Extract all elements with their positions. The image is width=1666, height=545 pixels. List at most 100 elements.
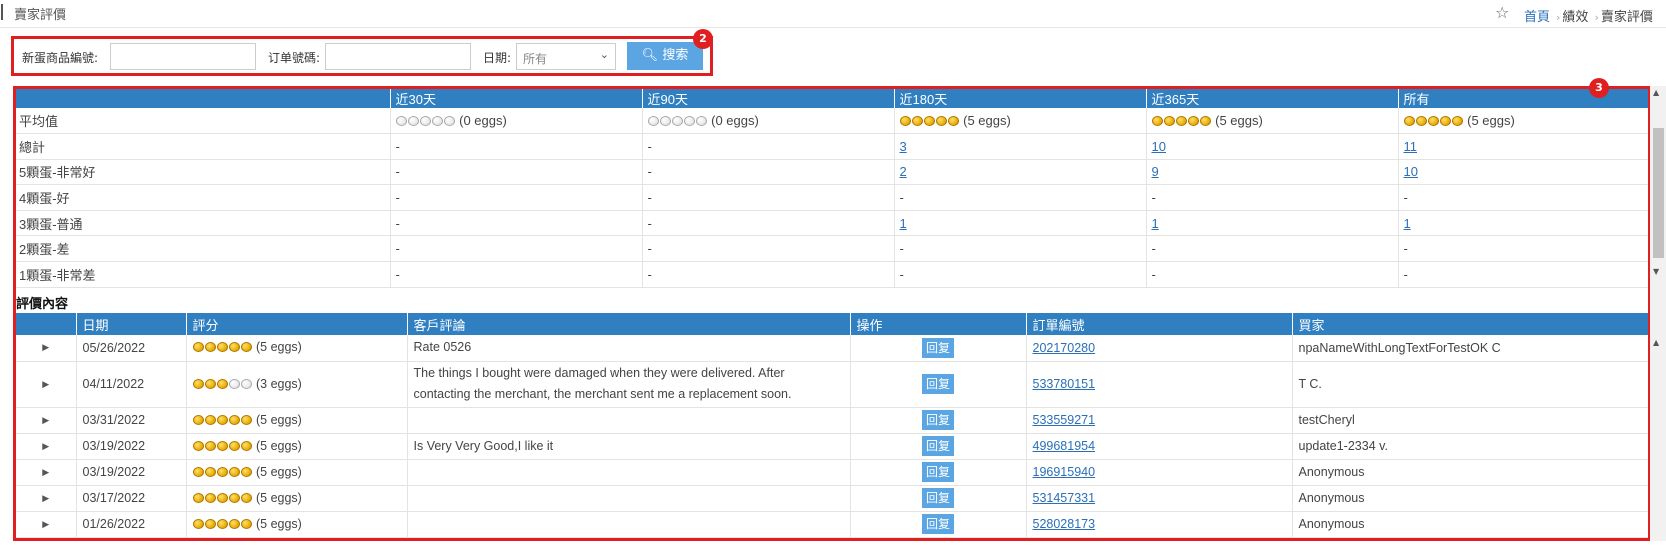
chevron-right-icon: › — [1556, 11, 1561, 24]
date-label: 日期: — [483, 51, 512, 65]
expand-arrow-icon[interactable]: ▶ — [16, 459, 77, 486]
order-number-input[interactable] — [325, 43, 471, 70]
egg-icon — [695, 115, 707, 126]
stats-header-row: 近30天 近90天 近180天 近365天 所有 — [16, 89, 1648, 108]
order-number-link[interactable]: 533780151 — [1033, 377, 1096, 391]
stats-count-link[interactable]: 1 — [1152, 216, 1159, 231]
review-row: ▶ 03/31/2022 (5 eggs) 回复 533559271 testChery… — [16, 407, 1648, 434]
egg-rating-icons — [192, 440, 253, 454]
order-number-link[interactable]: 533559271 — [1033, 413, 1096, 427]
stats-count-link[interactable]: 11 — [1404, 139, 1418, 154]
search-button[interactable]: 🔍︎ 搜索 — [627, 42, 703, 70]
scroll-down-icon[interactable]: ▼ — [1653, 267, 1659, 276]
reply-button[interactable]: 回复 — [921, 410, 954, 430]
reply-button[interactable]: 回复 — [921, 337, 954, 358]
review-row: ▶ 04/11/2022 (3 eggs) The things I bought … — [16, 361, 1648, 408]
egg-icon — [935, 115, 947, 126]
chevron-right-icon: › — [1594, 11, 1599, 24]
order-number-link[interactable]: 531457331 — [1033, 491, 1096, 505]
stats-cell: - — [390, 159, 643, 186]
stats-count-link[interactable]: 3 — [900, 139, 907, 154]
stats-cell: - — [1398, 184, 1648, 211]
review-buyer: update1-2334 v. — [1292, 433, 1648, 460]
reply-button[interactable]: 回复 — [921, 436, 954, 456]
stats-empty-value: - — [1151, 266, 1156, 282]
stats-average-cell: (5 eggs) — [894, 108, 1147, 135]
reply-button[interactable]: 回复 — [921, 374, 954, 394]
stats-count-link[interactable]: 1 — [900, 216, 907, 231]
stats-empty-value: - — [395, 190, 400, 206]
stats-count-link[interactable]: 9 — [1152, 164, 1159, 179]
egg-icon — [216, 492, 228, 503]
stats-col-header: 近90天 — [642, 89, 895, 108]
review-order: 531457331 — [1026, 485, 1293, 512]
review-date: 03/19/2022 — [76, 459, 187, 486]
egg-icon — [204, 440, 216, 451]
egg-icon — [192, 492, 204, 503]
reviews-col-header: 操作 — [850, 313, 1027, 335]
stats-cell: 10 — [1398, 159, 1648, 186]
stats-count-link[interactable]: 1 — [1404, 216, 1411, 231]
order-number-link[interactable]: 202170280 — [1033, 341, 1096, 355]
expand-arrow-icon[interactable]: ▶ — [16, 335, 77, 362]
scrollbar-thumb[interactable] — [1653, 128, 1664, 258]
stats-count-link[interactable]: 10 — [1152, 139, 1166, 154]
stats-col-header: 所有 — [1398, 89, 1648, 108]
order-number-link[interactable]: 499681954 — [1033, 439, 1096, 453]
stats-empty-value: - — [395, 215, 400, 231]
egg-icon — [192, 378, 204, 389]
order-number-link[interactable]: 528028173 — [1033, 517, 1096, 531]
stats-cell: 1 — [894, 210, 1147, 237]
item-number-label: 新蛋商品編號: — [22, 51, 99, 65]
egg-icon — [192, 466, 204, 477]
expand-arrow-icon[interactable]: ▶ — [16, 361, 77, 408]
egg-icon — [419, 115, 431, 126]
expand-arrow-icon[interactable]: ▶ — [16, 407, 77, 434]
reviews-col-header: 買家 — [1292, 313, 1648, 335]
review-order: 202170280 — [1026, 335, 1293, 362]
stats-count-link[interactable]: 2 — [900, 164, 907, 179]
expand-arrow-icon[interactable]: ▶ — [16, 511, 77, 538]
review-date: 05/26/2022 — [76, 335, 187, 362]
review-row: ▶ 03/19/2022 (5 eggs) 回复 196915940 Anonymous — [16, 459, 1648, 486]
stats-count-link[interactable]: 10 — [1404, 164, 1418, 179]
scroll-up-icon[interactable]: ▲ — [1653, 338, 1659, 347]
stats-cell: 1 — [1146, 210, 1399, 237]
review-rating: (5 eggs) — [186, 335, 408, 362]
title-accent-bar — [1, 4, 3, 20]
review-date: 03/31/2022 — [76, 407, 187, 434]
egg-icon — [647, 115, 659, 126]
stats-empty-value: - — [1403, 241, 1408, 257]
chevron-down-icon: ⌄ — [599, 48, 609, 61]
item-number-input[interactable] — [110, 43, 256, 70]
stats-empty-value: - — [647, 164, 652, 180]
breadcrumb-current: 賣家評價 — [1600, 10, 1653, 25]
reply-button[interactable]: 回复 — [921, 462, 954, 482]
egg-icon — [204, 414, 216, 425]
scrollbar[interactable]: ▲ ▼ ▲ — [1650, 86, 1666, 541]
review-row: ▶ 03/17/2022 (5 eggs) 回复 531457331 Anonymous — [16, 485, 1648, 512]
reply-button[interactable]: 回复 — [921, 488, 954, 508]
scroll-up-icon[interactable]: ▲ — [1653, 88, 1659, 97]
order-number-link[interactable]: 196915940 — [1033, 465, 1096, 479]
expand-arrow-icon[interactable]: ▶ — [16, 433, 77, 460]
egg-rating-icons — [899, 114, 960, 129]
egg-icon — [240, 492, 252, 503]
egg-icon — [204, 378, 216, 389]
review-rating: (5 eggs) — [186, 511, 408, 538]
egg-icon — [216, 378, 228, 389]
egg-count-text: (5 eggs) — [1215, 112, 1263, 128]
date-select[interactable]: 所有 ⌄ — [516, 43, 616, 70]
breadcrumb-home-link[interactable]: 首頁 — [1524, 10, 1550, 25]
expand-arrow-icon[interactable]: ▶ — [16, 485, 77, 512]
star-icon[interactable]: ☆ — [1495, 3, 1509, 22]
egg-icon — [683, 115, 695, 126]
stats-empty-value: - — [647, 241, 652, 257]
review-action: 回复 — [850, 407, 1027, 434]
stats-empty-value: - — [395, 164, 400, 180]
breadcrumb-level2[interactable]: 績效 — [1562, 10, 1588, 25]
egg-rating-icons — [192, 414, 253, 428]
stats-empty-value: - — [647, 190, 652, 206]
reply-button[interactable]: 回复 — [921, 514, 954, 534]
stats-empty-value: - — [395, 241, 400, 257]
